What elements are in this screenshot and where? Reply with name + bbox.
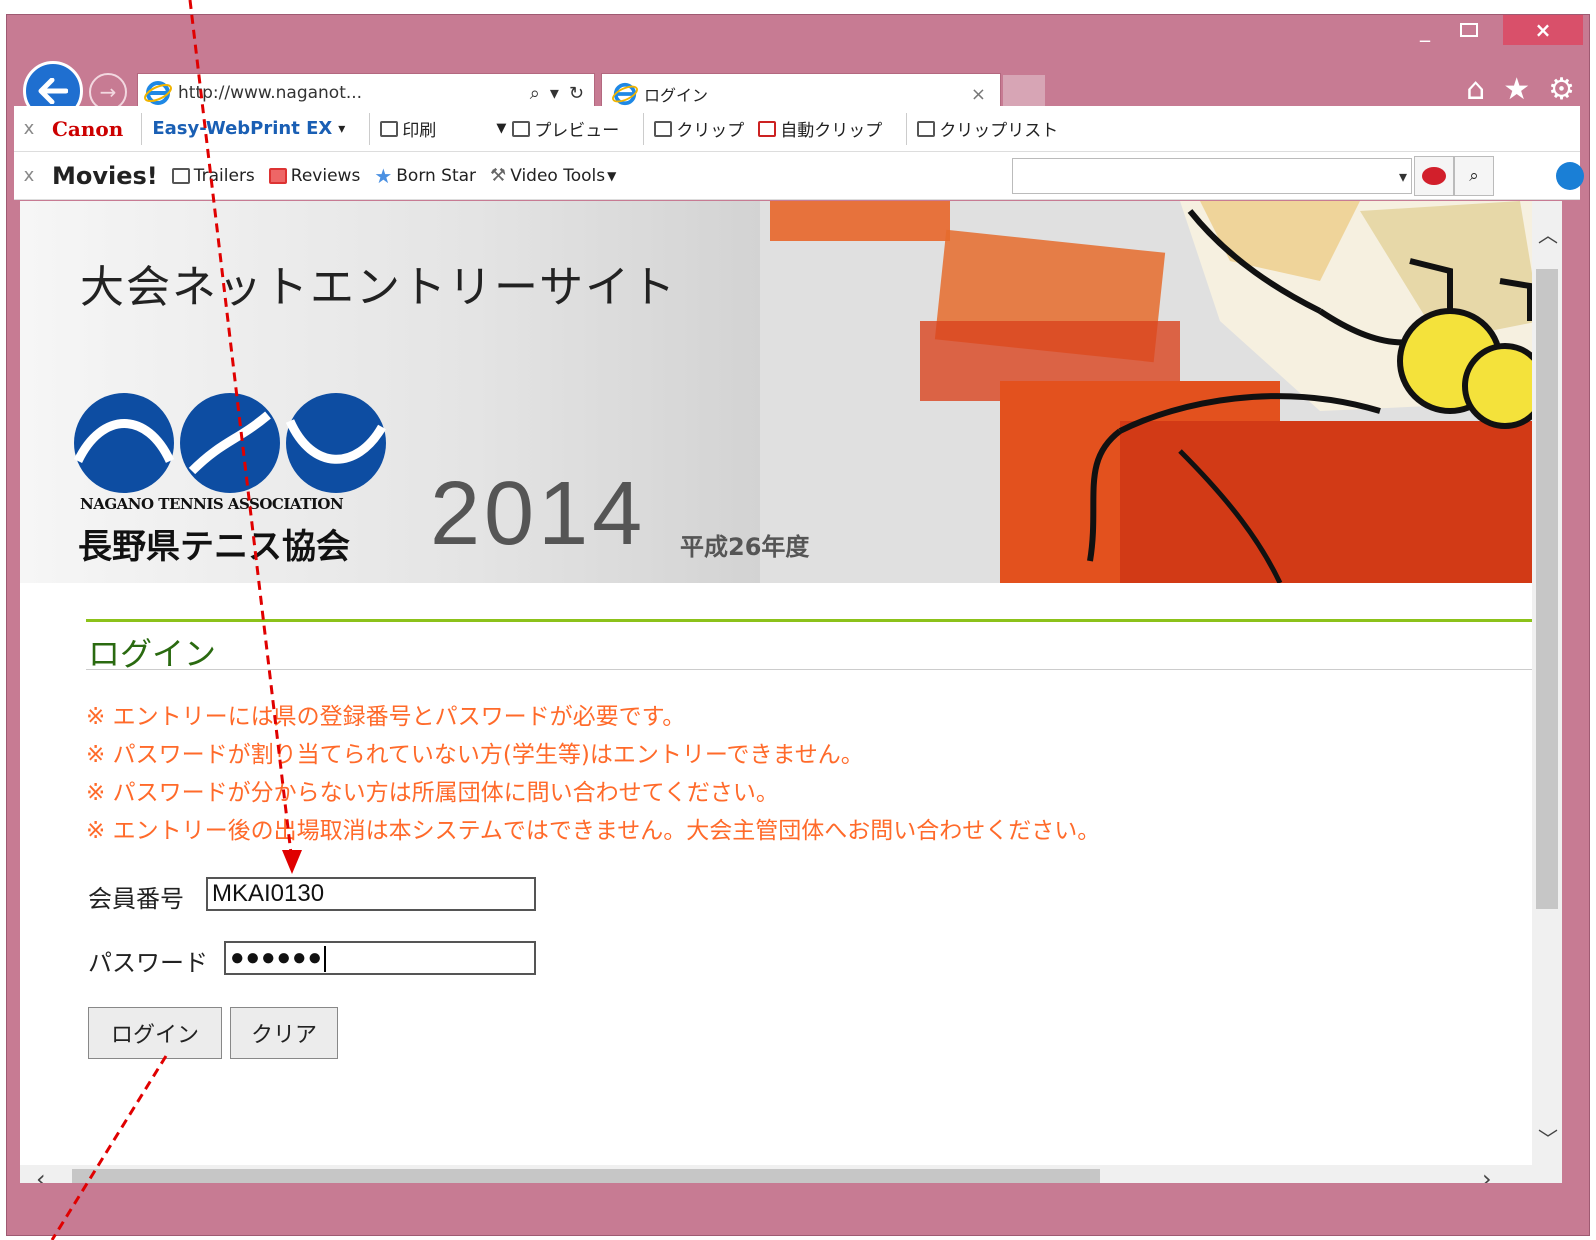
video-tools-button[interactable]: ⚒ Video Tools ▼: [490, 165, 616, 186]
horizontal-scrollbar[interactable]: ‹ ›: [20, 1165, 1562, 1183]
divider: [86, 619, 1532, 622]
movies-logo: Movies!: [52, 161, 158, 190]
close-window-button[interactable]: ×: [1503, 15, 1583, 45]
minimize-icon: _: [1420, 18, 1430, 42]
member-number-input[interactable]: MKAI0130: [206, 877, 536, 911]
chevron-down-icon: ▼: [496, 121, 507, 136]
vertical-scrollbar[interactable]: ︿ ﹀: [1532, 201, 1562, 1165]
movies-toolbar: x Movies! Trailers Reviews ★ Born Star ⚒…: [14, 152, 1584, 200]
clip-list-label: クリップリスト: [939, 121, 1059, 141]
back-arrow-icon: [38, 78, 68, 104]
print-label: 印刷: [402, 121, 437, 141]
login-button[interactable]: ログイン: [88, 1007, 222, 1059]
association-name-ja: 長野県テニス協会: [78, 527, 350, 567]
scroll-thumb[interactable]: [72, 1169, 1100, 1183]
toolbar-search-buttons: ⌕: [1414, 156, 1494, 196]
ie-logo-icon: [144, 81, 172, 105]
search-icon[interactable]: ⌕: [530, 83, 540, 104]
born-star-label: Born Star: [396, 165, 477, 186]
page-content: 大会ネットエントリーサイト NAGANO TENNIS ASSOCIATION …: [20, 201, 1562, 1183]
chevron-right-icon[interactable]: ›: [1482, 1165, 1492, 1183]
settings-icon[interactable]: ⚙: [1548, 73, 1575, 107]
toolbar-search-input[interactable]: ▾: [1012, 158, 1412, 194]
chevron-down-icon[interactable]: ﹀: [1538, 1123, 1558, 1152]
easy-webprint-label: Easy-WebPrint EX: [152, 118, 333, 139]
password-input[interactable]: ●●●●●●: [224, 941, 536, 975]
site-title: 大会ネットエントリーサイト: [80, 262, 678, 313]
preview-label: プレビュー: [534, 121, 620, 141]
easy-webprint-menu[interactable]: Easy-WebPrint EX ▾: [152, 118, 345, 139]
video-tools-label: Video Tools: [510, 165, 606, 186]
divider: [141, 112, 143, 145]
refresh-icon[interactable]: ↻: [569, 83, 584, 104]
printer-icon: [380, 120, 399, 137]
chevron-down-icon: ▾: [338, 120, 346, 137]
film-icon: [171, 167, 190, 184]
browser-actions: ⌂ ★ ⚙: [1466, 73, 1575, 107]
close-icon: ×: [1534, 18, 1552, 42]
toolbar-close-icon[interactable]: x: [14, 118, 44, 139]
fiscal-year: 平成26年度: [680, 533, 810, 561]
notice-line: ※ エントリーには県の登録番号とパスワードが必要です。: [86, 704, 686, 730]
home-icon[interactable]: ⌂: [1466, 73, 1485, 107]
address-url[interactable]: http://www.naganot...: [178, 83, 530, 103]
divider: [369, 112, 371, 145]
password-label: パスワード: [88, 949, 208, 977]
nta-logo-icon: [73, 393, 386, 493]
globe-icon[interactable]: [1556, 162, 1584, 190]
scroll-thumb[interactable]: [1536, 269, 1558, 909]
forward-arrow-icon: →: [99, 80, 117, 104]
preview-icon: [512, 120, 531, 137]
year: 2014: [430, 464, 647, 564]
divider: [906, 112, 908, 145]
chevron-up-icon[interactable]: ︿: [1538, 219, 1558, 248]
tab-close-icon[interactable]: ×: [971, 84, 986, 105]
star-icon: ★: [374, 163, 393, 188]
member-number-label: 会員番号: [88, 885, 184, 913]
maximize-button[interactable]: [1447, 15, 1491, 45]
association-name-en: NAGANO TENNIS ASSOCIATION: [80, 495, 344, 513]
divider: [643, 112, 645, 145]
reviews-button[interactable]: Reviews: [268, 165, 361, 186]
clear-button[interactable]: クリア: [230, 1007, 338, 1059]
wrench-icon: ⚒: [490, 165, 507, 186]
trailers-label: Trailers: [193, 165, 255, 186]
print-button[interactable]: 印刷: [380, 116, 436, 141]
favorites-icon[interactable]: ★: [1503, 73, 1530, 107]
maximize-icon: [1460, 23, 1478, 37]
easy-webprint-toolbar: x Canon Easy-WebPrint EX ▾ 印刷 ▼ プレビュー クリ…: [14, 106, 1580, 152]
born-star-button[interactable]: ★ Born Star: [374, 164, 476, 188]
ask-icon[interactable]: [1414, 156, 1454, 196]
minimize-button[interactable]: _: [1405, 15, 1445, 45]
chevron-down-icon[interactable]: ▾: [1399, 167, 1407, 186]
clip-button[interactable]: クリップ: [654, 116, 744, 141]
text-caret: [323, 945, 326, 972]
password-value: ●●●●●●: [230, 944, 323, 971]
auto-clip-button[interactable]: 自動クリップ: [758, 116, 882, 141]
clip-list-button[interactable]: クリップリスト: [917, 116, 1058, 141]
chevron-left-icon[interactable]: ‹: [36, 1165, 46, 1183]
preview-button[interactable]: ▼ プレビュー: [496, 116, 619, 141]
dropdown-icon[interactable]: ▾: [550, 83, 559, 104]
clip-label: クリップ: [676, 121, 745, 141]
trailers-button[interactable]: Trailers: [171, 165, 255, 186]
popcorn-icon: [268, 167, 287, 184]
tennis-player-illustration: [760, 201, 1532, 583]
chevron-down-icon: ▼: [607, 168, 617, 183]
ie-logo-icon: [612, 82, 638, 106]
clip-list-icon: [917, 120, 936, 137]
auto-clip-label: 自動クリップ: [780, 121, 883, 141]
canon-logo: Canon: [52, 116, 124, 141]
notice-line: ※ パスワードが分からない方は所属団体に問い合わせてください。: [86, 780, 779, 806]
auto-clip-icon: [758, 120, 777, 137]
notice-line: ※ パスワードが割り当てられていない方(学生等)はエントリーできません。: [86, 742, 864, 768]
reviews-label: Reviews: [290, 165, 361, 186]
site-banner: 大会ネットエントリーサイト NAGANO TENNIS ASSOCIATION …: [20, 201, 1532, 583]
notice-line: ※ エントリー後の出場取消は本システムではできません。大会主管団体へお問い合わせ…: [86, 818, 1101, 844]
toolbar-close-icon[interactable]: x: [14, 165, 44, 186]
tab-title: ログイン: [644, 86, 709, 105]
search-icon[interactable]: ⌕: [1454, 156, 1494, 196]
divider: [86, 669, 1532, 670]
clip-icon: [654, 120, 673, 137]
